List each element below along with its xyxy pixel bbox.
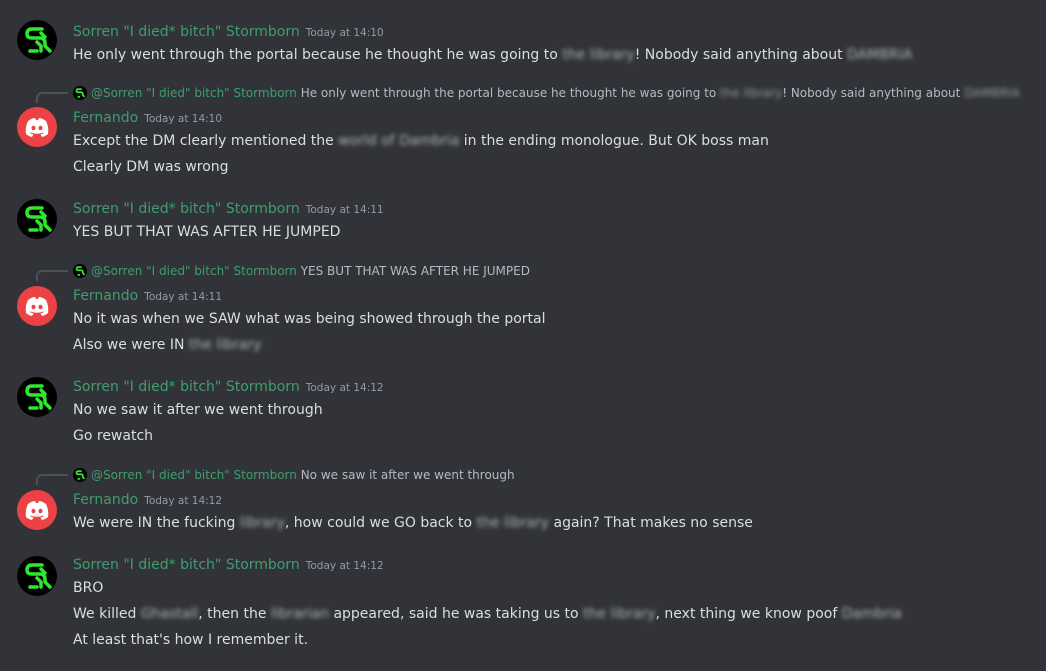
sorren-logo-icon	[25, 206, 52, 232]
reply-spine	[36, 270, 68, 281]
reply-spine	[36, 92, 68, 103]
author-name[interactable]: Sorren "I died* bitch" Stormborn	[73, 557, 300, 573]
reply-spine	[36, 474, 68, 485]
message-7: Sorren "I died* bitch" Stormborn Today at…	[73, 553, 1038, 653]
message-line: No we saw it after we went through	[73, 402, 323, 418]
discord-logo-icon	[25, 118, 49, 137]
sorren-logo-icon	[25, 27, 52, 53]
timestamp: Today at 14:12	[305, 382, 384, 394]
avatar-sorren[interactable]	[17, 199, 57, 239]
author-name[interactable]: Sorren "I died* bitch" Stormborn	[73, 201, 300, 217]
message-4: Fernando Today at 14:11 No it was when we…	[73, 284, 1038, 358]
reply-preview[interactable]: @Sorren "I died" bitch" Stormborn No we …	[73, 466, 515, 484]
reply-preview[interactable]: @Sorren "I died" bitch" Stormborn YES BU…	[73, 262, 530, 280]
timestamp: Today at 14:11	[144, 291, 223, 303]
avatar-sorren[interactable]	[17, 556, 57, 596]
avatar-sorren[interactable]	[17, 20, 57, 60]
author-name[interactable]: Sorren "I died* bitch" Stormborn	[73, 24, 300, 40]
author-name[interactable]: Fernando	[73, 110, 138, 126]
message-line: No it was when we SAW what was being sho…	[73, 311, 546, 327]
timestamp: Today at 14:11	[305, 204, 384, 216]
mini-avatar-sorren	[73, 86, 87, 100]
avatar-fernando[interactable]	[17, 107, 57, 147]
reply-preview[interactable]: @Sorren "I died" bitch" Stormborn He onl…	[73, 84, 1020, 102]
mini-avatar-sorren	[73, 468, 87, 482]
message-line: He only went through the portal because …	[73, 47, 913, 63]
author-name[interactable]: Fernando	[73, 288, 138, 304]
message-line: YES BUT THAT WAS AFTER HE JUMPED	[73, 224, 341, 240]
avatar-fernando[interactable]	[17, 490, 57, 530]
mini-avatar-sorren	[73, 264, 87, 278]
sorren-logo-icon	[25, 563, 52, 589]
message-line: We were IN the fucking library, how coul…	[73, 515, 753, 531]
message-6: Fernando Today at 14:12 We were IN the fu…	[73, 488, 1038, 536]
message-line: Except the DM clearly mentioned the worl…	[73, 133, 769, 149]
timestamp: Today at 14:10	[144, 113, 223, 125]
message-line: Go rewatch	[73, 428, 154, 444]
avatar-fernando[interactable]	[17, 286, 57, 326]
discord-logo-icon	[25, 297, 49, 316]
sorren-logo-icon	[25, 384, 52, 410]
timestamp: Today at 14:10	[305, 27, 384, 39]
message-line: BRO	[73, 580, 104, 596]
message-5: Sorren "I died* bitch" Stormborn Today at…	[73, 375, 1038, 449]
timestamp: Today at 14:12	[144, 495, 223, 507]
author-name[interactable]: Fernando	[73, 492, 138, 508]
message-3: Sorren "I died* bitch" Stormborn Today at…	[73, 197, 1038, 245]
reply-author[interactable]: @Sorren "I died" bitch" Stormborn	[91, 468, 297, 482]
message-line: Clearly DM was wrong	[73, 159, 229, 175]
message-line: We killed Ghastall, then the librarian a…	[73, 606, 902, 622]
avatar-sorren[interactable]	[17, 377, 57, 417]
message-2: Fernando Today at 14:10 Except the DM cle…	[73, 106, 1038, 180]
message-line: Also we were IN the library	[73, 337, 262, 353]
message-line: At least that's how I remember it.	[73, 632, 309, 648]
author-name[interactable]: Sorren "I died* bitch" Stormborn	[73, 379, 300, 395]
reply-author[interactable]: @Sorren "I died" bitch" Stormborn	[91, 86, 297, 100]
timestamp: Today at 14:12	[305, 560, 384, 572]
discord-logo-icon	[25, 501, 49, 520]
reply-author[interactable]: @Sorren "I died" bitch" Stormborn	[91, 264, 297, 278]
